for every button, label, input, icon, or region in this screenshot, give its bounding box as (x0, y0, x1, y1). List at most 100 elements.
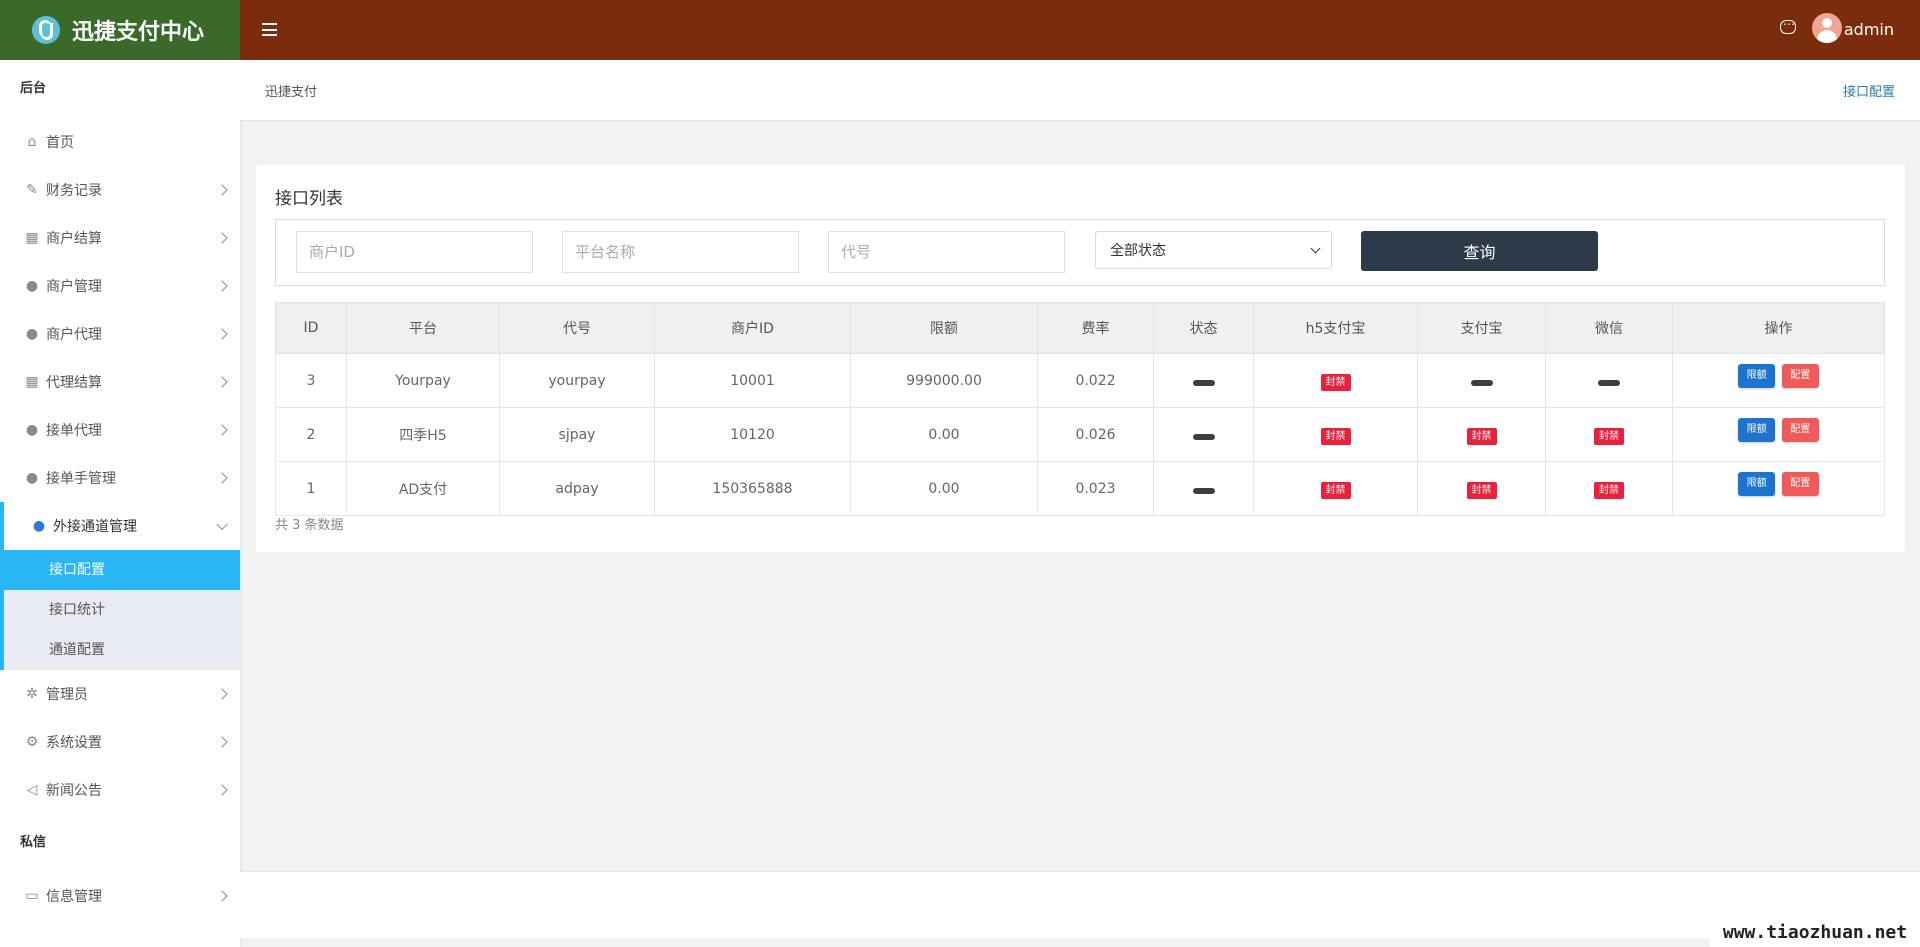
status-toggle[interactable] (1470, 379, 1493, 386)
status-toggle[interactable] (1192, 433, 1215, 440)
breadcrumb[interactable]: 迅捷支付 (265, 81, 317, 100)
cell-platform: 四季H5 (346, 407, 500, 462)
cell-alipay: 封禁 (1417, 407, 1546, 462)
code-input[interactable] (828, 231, 1065, 273)
sidebar-item-external-channel[interactable]: ● 外接通道管理 (0, 502, 240, 550)
message-icon: ▭ (25, 888, 39, 904)
sidebar-item-agent-settlement[interactable]: ▦ 代理结算 (0, 358, 240, 406)
sidebar-item-label: 商户代理 (46, 327, 102, 343)
col-header: 支付宝 (1417, 302, 1546, 354)
sidebar-item-finance[interactable]: ✎ 财务记录 (0, 166, 240, 214)
username[interactable]: admin (1844, 20, 1894, 39)
col-header: 限额 (850, 302, 1038, 354)
menu-toggle-icon[interactable] (262, 23, 277, 36)
sidebar-item-admin[interactable]: ✲ 管理员 (0, 670, 240, 718)
sidebar-item-label: 商户管理 (46, 279, 102, 295)
limit-button[interactable]: 限额 (1738, 417, 1776, 442)
user-icon: ● (25, 422, 39, 438)
sidebar-item-label: 财务记录 (46, 183, 102, 199)
cell-status (1153, 461, 1254, 516)
interface-table: ID 平台 代号 商户ID 限额 费率 状态 h5支付宝 支付宝 微信 操作 3… (275, 302, 1885, 516)
chevron-right-icon (216, 280, 228, 292)
sidebar-item-merchant-manage[interactable]: ● 商户管理 (0, 262, 240, 310)
sidebar-item-label: 系统设置 (46, 735, 102, 751)
chevron-right-icon (216, 232, 228, 244)
card-title: 接口列表 (275, 189, 343, 209)
sidebar-item-system-settings[interactable]: ⚙ 系统设置 (0, 718, 240, 766)
sidebar-item-merchant-agent[interactable]: ● 商户代理 (0, 310, 240, 358)
cell-id: 1 (275, 461, 347, 516)
chevron-right-icon (216, 472, 228, 484)
status-select-value: 全部状态 (1110, 243, 1166, 259)
edit-icon: ✎ (26, 182, 38, 198)
user-icon: ● (25, 278, 39, 294)
app-logo[interactable]: 迅捷支付中心 (0, 0, 240, 60)
sidebar-item-label: 代理结算 (46, 375, 102, 391)
status-toggle[interactable] (1192, 487, 1215, 494)
home-icon: ⌂ (27, 134, 37, 150)
ban-badge[interactable]: 封禁 (1466, 428, 1497, 445)
cell-rate: 0.022 (1037, 353, 1154, 408)
sidebar-item-merchant-settlement[interactable]: ▦ 商户结算 (0, 214, 240, 262)
limit-button[interactable]: 限额 (1738, 471, 1776, 496)
platform-name-input[interactable] (562, 231, 799, 273)
sidebar-item-label: 管理员 (46, 687, 88, 703)
cell-wechat (1545, 353, 1673, 408)
sidebar-subitem-interface-stats[interactable]: 接口统计 (4, 590, 240, 630)
sidebar-subitem-channel-config[interactable]: 通道配置 (4, 630, 240, 670)
config-button[interactable]: 配置 (1781, 471, 1819, 496)
volume-icon: ◁ (26, 782, 38, 798)
status-select[interactable]: 全部状态 (1095, 231, 1332, 269)
status-toggle[interactable] (1192, 379, 1215, 386)
sidebar-section-private: 私信 (20, 835, 47, 850)
ban-badge[interactable]: 封禁 (1320, 374, 1351, 391)
avatar[interactable] (1812, 13, 1842, 43)
sidebar-item-messages[interactable]: ▭ 信息管理 (0, 872, 240, 920)
ban-badge[interactable]: 封禁 (1594, 428, 1624, 445)
config-button[interactable]: 配置 (1781, 417, 1819, 442)
chevron-right-icon (216, 688, 228, 700)
col-header: 状态 (1153, 302, 1254, 354)
config-button[interactable]: 配置 (1781, 363, 1819, 388)
sidebar-item-label: 接单代理 (46, 423, 102, 439)
chevron-right-icon (216, 890, 228, 902)
sidebar-item-order-agent[interactable]: ● 接单代理 (0, 406, 240, 454)
top-header: admin (240, 0, 1920, 60)
sidebar-item-label: 新闻公告 (46, 783, 102, 799)
sidebar-item-news[interactable]: ◁ 新闻公告 (0, 766, 240, 814)
sidebar-item-label: 信息管理 (46, 889, 102, 905)
sidebar-item-label: 外接通道管理 (53, 519, 137, 535)
message-icon[interactable] (1780, 14, 1796, 34)
status-toggle[interactable] (1598, 379, 1620, 386)
cell-limit: 0.00 (850, 461, 1038, 516)
breadcrumb-current[interactable]: 接口配置 (1843, 81, 1895, 100)
sidebar-item-order-handler[interactable]: ● 接单手管理 (0, 454, 240, 502)
cell-wechat: 封禁 (1545, 461, 1673, 516)
watermark: www.tiaozhuan.net (1710, 917, 1920, 947)
cell-wechat: 封禁 (1545, 407, 1673, 462)
paw-icon: ✲ (26, 686, 38, 702)
sidebar-subitem-interface-config[interactable]: 接口配置 (4, 550, 240, 590)
cell-rate: 0.023 (1037, 461, 1154, 516)
col-header: h5支付宝 (1253, 302, 1418, 354)
ban-badge[interactable]: 封禁 (1320, 482, 1351, 499)
cell-status (1153, 353, 1254, 408)
cell-code: yourpay (499, 353, 655, 408)
chevron-right-icon (216, 376, 228, 388)
chevron-right-icon (216, 424, 228, 436)
cell-platform: Yourpay (346, 353, 500, 408)
cell-actions: 限额 配置 (1672, 407, 1885, 462)
ban-badge[interactable]: 封禁 (1466, 482, 1497, 499)
col-header: ID (275, 302, 347, 354)
cell-id: 3 (275, 353, 347, 408)
ban-badge[interactable]: 封禁 (1594, 482, 1624, 499)
query-button[interactable]: 查询 (1361, 231, 1598, 271)
cell-limit: 0.00 (850, 407, 1038, 462)
ban-badge[interactable]: 封禁 (1320, 428, 1351, 445)
sidebar-item-home[interactable]: ⌂ 首页 (0, 118, 240, 166)
chevron-down-icon (1310, 243, 1321, 254)
col-header: 代号 (499, 302, 655, 354)
merchant-id-input[interactable] (296, 231, 533, 273)
filter-bar: 全部状态 查询 (275, 219, 1885, 286)
limit-button[interactable]: 限额 (1738, 363, 1776, 388)
